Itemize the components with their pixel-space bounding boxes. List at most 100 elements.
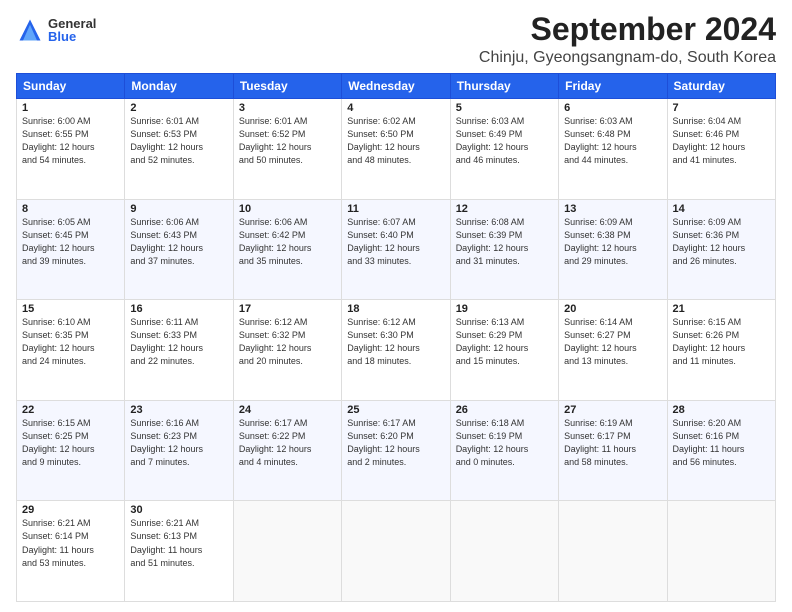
- day-number: 22: [22, 404, 119, 416]
- table-row: 20 Sunrise: 6:14 AMSunset: 6:27 PMDaylig…: [559, 300, 667, 401]
- table-row: 11 Sunrise: 6:07 AMSunset: 6:40 PMDaylig…: [342, 199, 450, 300]
- day-number: 29: [22, 504, 119, 516]
- day-number: 17: [239, 303, 336, 315]
- calendar-table: Sunday Monday Tuesday Wednesday Thursday…: [16, 73, 776, 602]
- calendar-week-1: 1 Sunrise: 6:00 AMSunset: 6:55 PMDayligh…: [17, 99, 776, 200]
- table-row: 24 Sunrise: 6:17 AMSunset: 6:22 PMDaylig…: [233, 400, 341, 501]
- day-number: 16: [130, 303, 227, 315]
- logo: General Blue: [16, 16, 96, 44]
- table-row: 21 Sunrise: 6:15 AMSunset: 6:26 PMDaylig…: [667, 300, 775, 401]
- day-info: Sunrise: 6:03 AMSunset: 6:49 PMDaylight:…: [456, 115, 553, 167]
- day-number: 6: [564, 102, 661, 114]
- day-info: Sunrise: 6:16 AMSunset: 6:23 PMDaylight:…: [130, 417, 227, 469]
- subtitle: Chinju, Gyeongsangnam-do, South Korea: [479, 49, 776, 67]
- day-number: 30: [130, 504, 227, 516]
- day-info: Sunrise: 6:05 AMSunset: 6:45 PMDaylight:…: [22, 216, 119, 268]
- calendar-week-5: 29 Sunrise: 6:21 AMSunset: 6:14 PMDaylig…: [17, 501, 776, 602]
- col-wednesday: Wednesday: [342, 74, 450, 99]
- table-row: 12 Sunrise: 6:08 AMSunset: 6:39 PMDaylig…: [450, 199, 558, 300]
- calendar-week-3: 15 Sunrise: 6:10 AMSunset: 6:35 PMDaylig…: [17, 300, 776, 401]
- day-info: Sunrise: 6:09 AMSunset: 6:36 PMDaylight:…: [673, 216, 770, 268]
- day-info: Sunrise: 6:11 AMSunset: 6:33 PMDaylight:…: [130, 316, 227, 368]
- day-number: 19: [456, 303, 553, 315]
- day-info: Sunrise: 6:12 AMSunset: 6:30 PMDaylight:…: [347, 316, 444, 368]
- calendar-header-row: Sunday Monday Tuesday Wednesday Thursday…: [17, 74, 776, 99]
- day-info: Sunrise: 6:03 AMSunset: 6:48 PMDaylight:…: [564, 115, 661, 167]
- table-row: 10 Sunrise: 6:06 AMSunset: 6:42 PMDaylig…: [233, 199, 341, 300]
- day-info: Sunrise: 6:12 AMSunset: 6:32 PMDaylight:…: [239, 316, 336, 368]
- table-row: 4 Sunrise: 6:02 AMSunset: 6:50 PMDayligh…: [342, 99, 450, 200]
- col-saturday: Saturday: [667, 74, 775, 99]
- table-row: 14 Sunrise: 6:09 AMSunset: 6:36 PMDaylig…: [667, 199, 775, 300]
- table-row: 23 Sunrise: 6:16 AMSunset: 6:23 PMDaylig…: [125, 400, 233, 501]
- day-number: 20: [564, 303, 661, 315]
- col-thursday: Thursday: [450, 74, 558, 99]
- day-info: Sunrise: 6:15 AMSunset: 6:25 PMDaylight:…: [22, 417, 119, 469]
- day-number: 4: [347, 102, 444, 114]
- table-row: 13 Sunrise: 6:09 AMSunset: 6:38 PMDaylig…: [559, 199, 667, 300]
- table-row: 15 Sunrise: 6:10 AMSunset: 6:35 PMDaylig…: [17, 300, 125, 401]
- day-number: 21: [673, 303, 770, 315]
- table-row: 30 Sunrise: 6:21 AMSunset: 6:13 PMDaylig…: [125, 501, 233, 602]
- table-row: 3 Sunrise: 6:01 AMSunset: 6:52 PMDayligh…: [233, 99, 341, 200]
- table-row: 29 Sunrise: 6:21 AMSunset: 6:14 PMDaylig…: [17, 501, 125, 602]
- day-number: 25: [347, 404, 444, 416]
- day-info: Sunrise: 6:04 AMSunset: 6:46 PMDaylight:…: [673, 115, 770, 167]
- logo-icon: [16, 16, 44, 44]
- table-row: 9 Sunrise: 6:06 AMSunset: 6:43 PMDayligh…: [125, 199, 233, 300]
- page: General Blue September 2024 Chinju, Gyeo…: [0, 0, 792, 612]
- table-row: 8 Sunrise: 6:05 AMSunset: 6:45 PMDayligh…: [17, 199, 125, 300]
- day-number: 5: [456, 102, 553, 114]
- day-info: Sunrise: 6:09 AMSunset: 6:38 PMDaylight:…: [564, 216, 661, 268]
- day-info: Sunrise: 6:15 AMSunset: 6:26 PMDaylight:…: [673, 316, 770, 368]
- day-info: Sunrise: 6:17 AMSunset: 6:22 PMDaylight:…: [239, 417, 336, 469]
- day-number: 18: [347, 303, 444, 315]
- title-block: September 2024 Chinju, Gyeongsangnam-do,…: [479, 12, 776, 67]
- day-number: 27: [564, 404, 661, 416]
- col-tuesday: Tuesday: [233, 74, 341, 99]
- day-number: 8: [22, 203, 119, 215]
- day-info: Sunrise: 6:06 AMSunset: 6:43 PMDaylight:…: [130, 216, 227, 268]
- day-info: Sunrise: 6:02 AMSunset: 6:50 PMDaylight:…: [347, 115, 444, 167]
- table-row: 27 Sunrise: 6:19 AMSunset: 6:17 PMDaylig…: [559, 400, 667, 501]
- calendar-week-2: 8 Sunrise: 6:05 AMSunset: 6:45 PMDayligh…: [17, 199, 776, 300]
- col-monday: Monday: [125, 74, 233, 99]
- table-row: 17 Sunrise: 6:12 AMSunset: 6:32 PMDaylig…: [233, 300, 341, 401]
- day-info: Sunrise: 6:21 AMSunset: 6:14 PMDaylight:…: [22, 517, 119, 569]
- table-row: 28 Sunrise: 6:20 AMSunset: 6:16 PMDaylig…: [667, 400, 775, 501]
- table-row: 18 Sunrise: 6:12 AMSunset: 6:30 PMDaylig…: [342, 300, 450, 401]
- table-row: [559, 501, 667, 602]
- table-row: [233, 501, 341, 602]
- day-info: Sunrise: 6:07 AMSunset: 6:40 PMDaylight:…: [347, 216, 444, 268]
- header: General Blue September 2024 Chinju, Gyeo…: [16, 12, 776, 67]
- day-number: 1: [22, 102, 119, 114]
- day-number: 15: [22, 303, 119, 315]
- day-number: 14: [673, 203, 770, 215]
- table-row: 1 Sunrise: 6:00 AMSunset: 6:55 PMDayligh…: [17, 99, 125, 200]
- day-info: Sunrise: 6:06 AMSunset: 6:42 PMDaylight:…: [239, 216, 336, 268]
- table-row: 5 Sunrise: 6:03 AMSunset: 6:49 PMDayligh…: [450, 99, 558, 200]
- table-row: 25 Sunrise: 6:17 AMSunset: 6:20 PMDaylig…: [342, 400, 450, 501]
- day-number: 2: [130, 102, 227, 114]
- day-info: Sunrise: 6:10 AMSunset: 6:35 PMDaylight:…: [22, 316, 119, 368]
- main-title: September 2024: [479, 12, 776, 47]
- day-number: 23: [130, 404, 227, 416]
- day-info: Sunrise: 6:00 AMSunset: 6:55 PMDaylight:…: [22, 115, 119, 167]
- logo-blue: Blue: [48, 30, 96, 43]
- table-row: [342, 501, 450, 602]
- table-row: [667, 501, 775, 602]
- logo-text: General Blue: [48, 17, 96, 43]
- table-row: 16 Sunrise: 6:11 AMSunset: 6:33 PMDaylig…: [125, 300, 233, 401]
- day-info: Sunrise: 6:20 AMSunset: 6:16 PMDaylight:…: [673, 417, 770, 469]
- day-info: Sunrise: 6:19 AMSunset: 6:17 PMDaylight:…: [564, 417, 661, 469]
- day-info: Sunrise: 6:08 AMSunset: 6:39 PMDaylight:…: [456, 216, 553, 268]
- day-number: 28: [673, 404, 770, 416]
- table-row: 7 Sunrise: 6:04 AMSunset: 6:46 PMDayligh…: [667, 99, 775, 200]
- day-info: Sunrise: 6:01 AMSunset: 6:52 PMDaylight:…: [239, 115, 336, 167]
- day-number: 13: [564, 203, 661, 215]
- table-row: 22 Sunrise: 6:15 AMSunset: 6:25 PMDaylig…: [17, 400, 125, 501]
- table-row: 26 Sunrise: 6:18 AMSunset: 6:19 PMDaylig…: [450, 400, 558, 501]
- day-number: 26: [456, 404, 553, 416]
- day-number: 24: [239, 404, 336, 416]
- day-info: Sunrise: 6:14 AMSunset: 6:27 PMDaylight:…: [564, 316, 661, 368]
